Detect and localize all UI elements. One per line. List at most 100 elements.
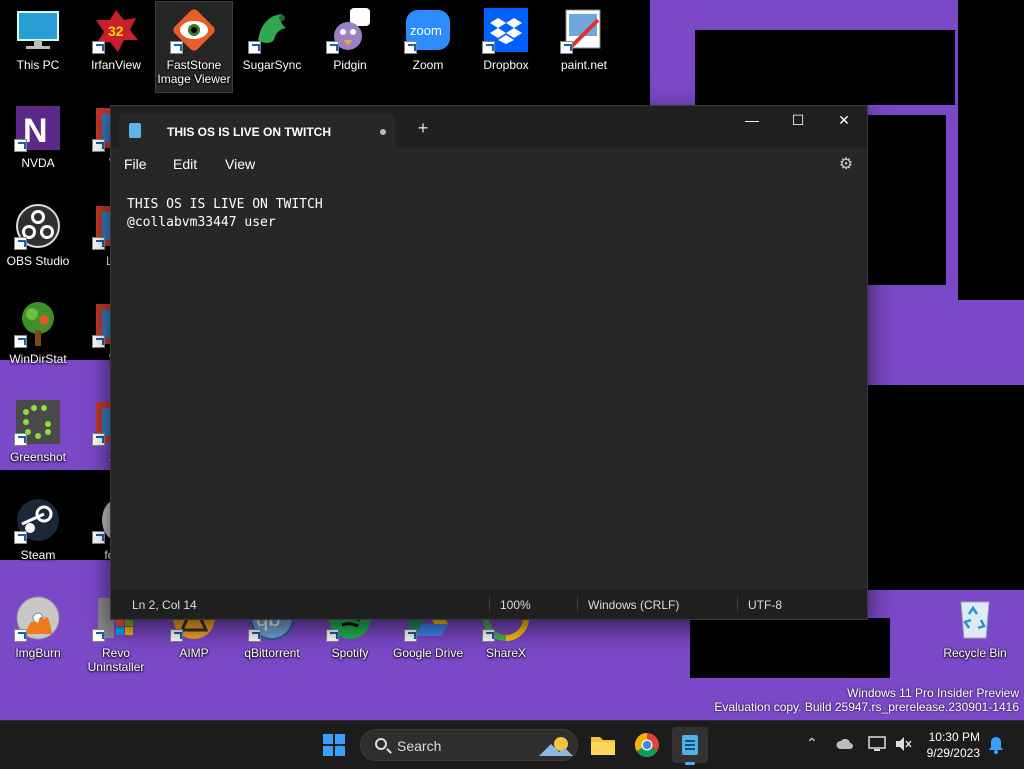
settings-gear-icon[interactable]: ⚙	[837, 156, 855, 174]
menu-edit[interactable]: Edit	[173, 156, 197, 172]
taskbar: Search ⌃ 10:30 PM 9/29/2023	[0, 720, 1024, 769]
steam-icon	[14, 496, 62, 544]
desktop-icon-label: IrfanView	[91, 58, 141, 72]
desktop-icon-pc[interactable]: This PC	[0, 2, 76, 92]
desktop-icon-label: Pidgin	[333, 58, 367, 72]
file-explorer-button[interactable]	[585, 727, 621, 763]
status-divider	[489, 597, 490, 611]
shortcut-arrow-icon	[326, 629, 339, 642]
desktop-icon-label: ShareX	[485, 646, 527, 660]
pc-icon	[14, 6, 62, 54]
notepad-window: THIS OS IS LIVE ON TWITCH + — ☐ ✕ File E…	[110, 105, 868, 620]
chrome-button[interactable]	[629, 727, 665, 763]
desktop-icon-irfanview[interactable]: 32 IrfanView	[78, 2, 154, 92]
text-editor[interactable]: THIS OS IS LIVE ON TWITCH @collabvm33447…	[111, 186, 867, 584]
desktop-icon-pidgin[interactable]: Pidgin	[312, 2, 388, 92]
shortcut-arrow-icon	[14, 433, 27, 446]
onedrive-icon[interactable]	[836, 737, 854, 751]
encoding[interactable]: UTF-8	[748, 598, 782, 612]
nvda-icon: N	[14, 104, 62, 152]
desktop-icon-windirstat[interactable]: WinDirStat	[0, 296, 76, 386]
pidgin-icon	[326, 6, 374, 54]
faststone-icon	[170, 6, 218, 54]
desktop-icon-label: qBittorrent	[244, 646, 300, 660]
desktop-icon-dropbox[interactable]: Dropbox	[468, 2, 544, 92]
search-icon	[375, 738, 387, 750]
shortcut-arrow-icon	[482, 629, 495, 642]
minimize-button[interactable]: —	[729, 106, 775, 136]
tab-active[interactable]: THIS OS IS LIVE ON TWITCH	[119, 114, 395, 148]
notification-bell-icon[interactable]	[988, 736, 1004, 754]
zoom-level[interactable]: 100%	[500, 598, 531, 612]
shortcut-arrow-icon	[92, 433, 105, 446]
notepad-taskbar-button[interactable]	[672, 727, 708, 765]
menu-view[interactable]: View	[225, 156, 255, 172]
desktop-icon-label: OBS Studio	[6, 254, 70, 268]
unsaved-dot-icon[interactable]	[380, 129, 386, 135]
search-box[interactable]: Search	[360, 729, 578, 761]
chevron-up-icon[interactable]: ⌃	[806, 735, 818, 752]
svg-text:32: 32	[108, 23, 124, 39]
status-divider	[737, 597, 738, 611]
shortcut-arrow-icon	[482, 41, 495, 54]
folder-icon	[591, 737, 615, 755]
shortcut-arrow-icon	[404, 629, 417, 642]
desktop-icon-label: Revo Uninstaller	[87, 646, 145, 674]
new-tab-button[interactable]: +	[413, 118, 433, 138]
shortcut-arrow-icon	[14, 629, 27, 642]
windows-logo-icon	[323, 734, 345, 756]
search-highlight-icon	[539, 737, 573, 756]
desktop-icon-faststone[interactable]: FastStone Image Viewer	[155, 1, 233, 93]
active-indicator	[685, 762, 695, 765]
desktop-icon-steam[interactable]: Steam	[0, 492, 76, 582]
menu-file[interactable]: File	[124, 156, 147, 172]
greenshot-icon	[14, 398, 62, 446]
shortcut-arrow-icon	[14, 139, 27, 152]
desktop-icon-label: ImgBurn	[15, 646, 61, 660]
maximize-button[interactable]: ☐	[775, 106, 821, 136]
recycle-bin-icon	[951, 594, 999, 642]
shortcut-arrow-icon	[14, 237, 27, 250]
windirstat-icon	[14, 300, 62, 348]
desktop-icon-label: WinDirStat	[9, 352, 67, 366]
desktop-icon-label: Google Drive	[392, 646, 464, 660]
desktop-icon-paintnet[interactable]: paint.net	[546, 2, 622, 92]
speaker-muted-icon[interactable]	[894, 736, 912, 752]
desktop-icon-label: Recycle Bin	[943, 646, 1007, 660]
desktop-icon-sugarsync[interactable]: SugarSync	[234, 2, 310, 92]
network-icon[interactable]	[868, 736, 886, 752]
desktop-icon-label: Zoom	[412, 58, 444, 72]
desktop-icon-nvda[interactable]: N NVDA	[0, 100, 76, 190]
text-line: THIS OS IS LIVE ON TWITCH	[127, 197, 323, 212]
clock-date: 9/29/2023	[926, 746, 980, 760]
shortcut-arrow-icon	[92, 629, 105, 642]
sugarsync-icon	[248, 6, 296, 54]
notepad-icon	[682, 735, 698, 755]
desktop-icon-obs[interactable]: OBS Studio	[0, 198, 76, 288]
shortcut-arrow-icon	[92, 237, 105, 250]
desktop-icon-recycle-bin[interactable]: Recycle Bin	[937, 590, 1013, 680]
shortcut-arrow-icon	[248, 41, 261, 54]
shortcut-arrow-icon	[170, 629, 183, 642]
desktop-icon-zoom[interactable]: zoom Zoom	[390, 2, 466, 92]
desktop-icon-label: Spotify	[331, 646, 369, 660]
desktop-icon-greenshot[interactable]: Greenshot	[0, 394, 76, 484]
close-button[interactable]: ✕	[821, 106, 867, 136]
status-divider	[577, 597, 578, 611]
desktop-icon-imgburn[interactable]: ImgBurn	[0, 590, 76, 680]
irfanview-icon: 32	[92, 6, 140, 54]
status-bar: Ln 2, Col 14 100% Windows (CRLF) UTF-8	[111, 589, 867, 619]
start-button[interactable]	[316, 727, 352, 763]
windows-watermark: Windows 11 Pro Insider Preview Evaluatio…	[714, 686, 1019, 714]
desktop-icon-label: Greenshot	[9, 450, 67, 464]
menu-bar: File Edit View ⚙	[111, 148, 867, 182]
watermark-line: Evaluation copy. Build 25947.rs_prerelea…	[714, 700, 1019, 714]
desktop-icon-label: paint.net	[560, 58, 608, 72]
clock[interactable]: 10:30 PM 9/29/2023	[927, 729, 980, 761]
shortcut-arrow-icon	[326, 41, 339, 54]
shortcut-arrow-icon	[14, 335, 27, 348]
clock-time: 10:30 PM	[928, 730, 980, 744]
line-ending[interactable]: Windows (CRLF)	[588, 598, 679, 612]
tab-title: THIS OS IS LIVE ON TWITCH	[167, 125, 332, 139]
shortcut-arrow-icon	[92, 139, 105, 152]
